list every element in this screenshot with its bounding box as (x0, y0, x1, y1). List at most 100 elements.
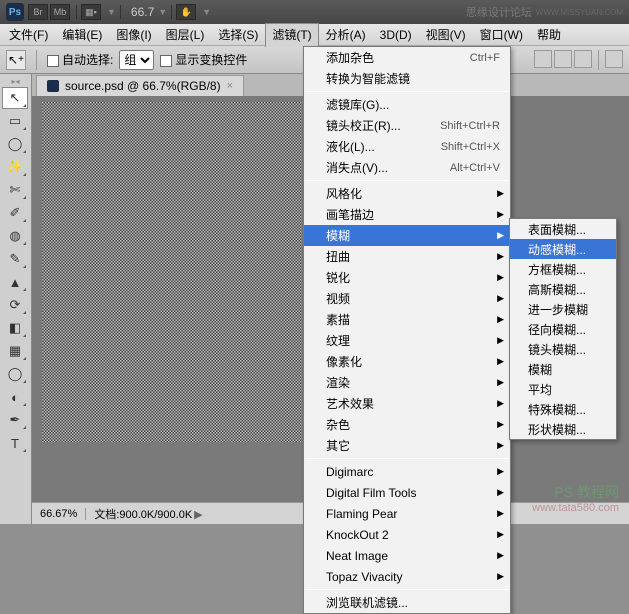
submenu-item[interactable]: 镜头模糊... (510, 339, 616, 359)
menu-item[interactable]: Neat Image▶ (304, 545, 510, 566)
pen-tool[interactable]: ✒ (2, 409, 28, 431)
show-transform-checkbox[interactable] (160, 55, 172, 67)
submenu-item[interactable]: 方框模糊... (510, 259, 616, 279)
eraser-tool[interactable]: ◧ (2, 317, 28, 339)
auto-select-checkbox[interactable] (47, 55, 59, 67)
submenu-item[interactable]: 平均 (510, 379, 616, 399)
submenu-item[interactable]: 特殊模糊... (510, 399, 616, 419)
document-title: source.psd @ 66.7%(RGB/8) (65, 79, 221, 93)
blur-submenu: 表面模糊...动感模糊...方框模糊...高斯模糊...进一步模糊径向模糊...… (509, 218, 617, 440)
menu-3d[interactable]: 3D(D) (373, 25, 419, 45)
menu-item[interactable]: 浏览联机滤镜... (304, 592, 510, 613)
menu-item[interactable]: 其它▶ (304, 435, 510, 456)
menu-view[interactable]: 视图(V) (419, 23, 473, 46)
submenu-item[interactable]: 形状模糊... (510, 419, 616, 439)
menu-file[interactable]: 文件(F) (2, 23, 55, 46)
menu-item[interactable]: 画笔描边▶ (304, 204, 510, 225)
document-tab[interactable]: source.psd @ 66.7%(RGB/8) × (36, 75, 244, 96)
menu-item[interactable]: 模糊▶ (304, 225, 510, 246)
submenu-arrow-icon: ▶ (497, 571, 504, 582)
minibridge-button[interactable]: Mb (50, 4, 70, 20)
move-tool-icon: ↖+ (6, 50, 26, 70)
auto-select-label: 自动选择: (47, 51, 113, 68)
toolbox: ▸◂ ↖ ▭ ◯ ✨ ✄ ✐ ◍ ✎ ▲ ⟳ ◧ ▦ ◯ ◐ ✒ T (0, 74, 32, 524)
app-icon: Ps (6, 3, 24, 21)
brush-tool[interactable]: ✎ (2, 248, 28, 270)
zoom-level[interactable]: 66.7 (131, 5, 154, 19)
divider (598, 50, 599, 70)
menu-item[interactable]: 风格化▶ (304, 183, 510, 204)
history-brush-tool[interactable]: ⟳ (2, 294, 28, 316)
menu-window[interactable]: 窗口(W) (473, 23, 530, 46)
menu-item[interactable]: 液化(L)...Shift+Ctrl+X (304, 136, 510, 157)
menu-item[interactable]: 扭曲▶ (304, 246, 510, 267)
wand-tool[interactable]: ✨ (2, 156, 28, 178)
menu-item[interactable]: 消失点(V)...Alt+Ctrl+V (304, 157, 510, 178)
menu-analysis[interactable]: 分析(A) (319, 23, 373, 46)
menu-item[interactable]: KnockOut 2▶ (304, 524, 510, 545)
close-icon[interactable]: × (227, 80, 233, 92)
lasso-tool[interactable]: ◯ (2, 133, 28, 155)
hand-button[interactable]: ✋ (176, 4, 196, 20)
menu-item[interactable]: 纹理▶ (304, 330, 510, 351)
menu-help[interactable]: 帮助 (530, 23, 568, 46)
type-tool[interactable]: T (2, 432, 28, 454)
file-icon (47, 80, 59, 92)
align-icon[interactable] (574, 50, 592, 68)
view-button[interactable]: ▦▪ (81, 4, 101, 20)
menu-item[interactable]: 素描▶ (304, 309, 510, 330)
stamp-tool[interactable]: ▲ (2, 271, 28, 293)
submenu-item[interactable]: 高斯模糊... (510, 279, 616, 299)
menu-item[interactable]: 杂色▶ (304, 414, 510, 435)
dodge-tool[interactable]: ◐ (2, 386, 28, 408)
align-icon[interactable] (534, 50, 552, 68)
blur-tool[interactable]: ◯ (2, 363, 28, 385)
menu-item[interactable]: 艺术效果▶ (304, 393, 510, 414)
menu-item[interactable]: Digital Film Tools▶ (304, 482, 510, 503)
move-tool[interactable]: ↖ (2, 87, 28, 109)
crop-tool[interactable]: ✄ (2, 179, 28, 201)
toolbox-grip[interactable]: ▸◂ (2, 76, 29, 86)
submenu-arrow-icon: ▶ (497, 251, 504, 262)
submenu-item[interactable]: 表面模糊... (510, 219, 616, 239)
watermark-url: WWW.MISSYUAN.COM (536, 8, 623, 17)
align-icon[interactable] (554, 50, 572, 68)
separator (76, 5, 77, 19)
gradient-tool[interactable]: ▦ (2, 340, 28, 362)
eyedropper-tool[interactable]: ✐ (2, 202, 28, 224)
arrow-icon[interactable]: ▶ (194, 509, 202, 521)
menu-item[interactable]: 滤镜库(G)... (304, 94, 510, 115)
submenu-arrow-icon: ▶ (497, 230, 504, 241)
menu-item[interactable]: 视频▶ (304, 288, 510, 309)
menu-item[interactable]: 像素化▶ (304, 351, 510, 372)
marquee-tool[interactable]: ▭ (2, 110, 28, 132)
submenu-item[interactable]: 径向模糊... (510, 319, 616, 339)
canvas[interactable] (42, 102, 302, 442)
menu-edit[interactable]: 编辑(E) (55, 23, 109, 46)
menu-item[interactable]: 渲染▶ (304, 372, 510, 393)
menu-item[interactable]: Digimarc▶ (304, 461, 510, 482)
submenu-item[interactable]: 动感模糊... (510, 239, 616, 259)
submenu-item[interactable]: 进一步模糊 (510, 299, 616, 319)
healing-tool[interactable]: ◍ (2, 225, 28, 247)
menu-item[interactable]: Topaz Vivacity▶ (304, 566, 510, 587)
menu-item[interactable]: 添加杂色Ctrl+F (304, 47, 510, 68)
separator (171, 5, 172, 19)
statusbar-zoom[interactable]: 66.67% (32, 508, 86, 520)
submenu-arrow-icon: ▶ (497, 419, 504, 430)
align-icon[interactable] (605, 50, 623, 68)
submenu-arrow-icon: ▶ (497, 335, 504, 346)
submenu-arrow-icon: ▶ (497, 293, 504, 304)
menu-filter[interactable]: 滤镜(T) (265, 23, 318, 47)
menu-item[interactable]: Flaming Pear▶ (304, 503, 510, 524)
auto-select-dropdown[interactable]: 组 (119, 50, 154, 70)
menu-image[interactable]: 图像(I) (109, 23, 158, 46)
menu-layer[interactable]: 图层(L) (159, 23, 212, 46)
menu-item[interactable]: 转换为智能滤镜 (304, 68, 510, 89)
submenu-arrow-icon: ▶ (497, 550, 504, 561)
menu-item[interactable]: 镜头校正(R)...Shift+Ctrl+R (304, 115, 510, 136)
bridge-button[interactable]: Br (28, 4, 48, 20)
menu-select[interactable]: 选择(S) (211, 23, 265, 46)
submenu-item[interactable]: 模糊 (510, 359, 616, 379)
menu-item[interactable]: 锐化▶ (304, 267, 510, 288)
